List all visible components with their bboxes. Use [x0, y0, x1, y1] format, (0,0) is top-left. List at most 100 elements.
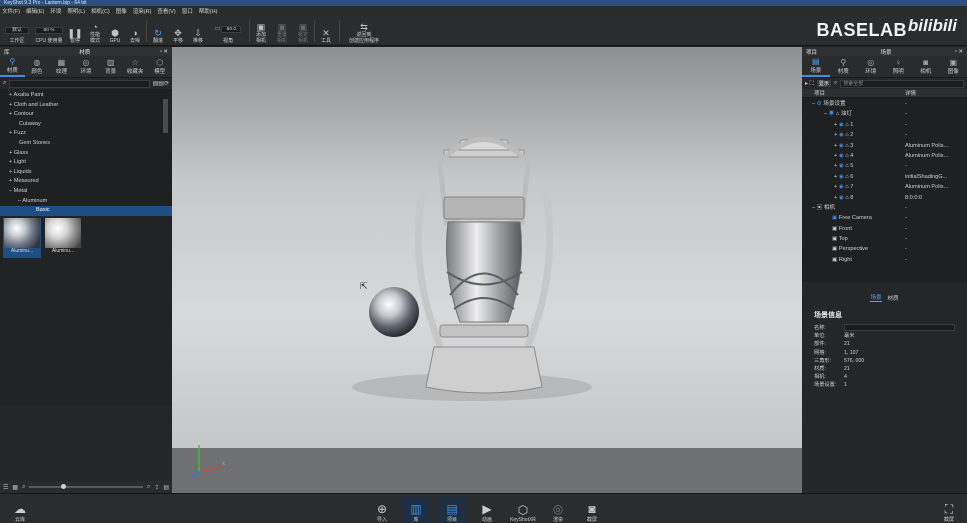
menu-file[interactable]: 文件(F): [2, 7, 20, 15]
tab-colors[interactable]: ◍ 颜色: [25, 56, 50, 77]
material-thumbnail[interactable]: Aluminu...: [3, 218, 41, 258]
filter-icon[interactable]: ▸ ⛶: [805, 80, 814, 88]
tab-camera[interactable]: ◙ 相机: [912, 56, 940, 77]
scene-row[interactable]: ▣ Right -: [802, 255, 967, 265]
fov-field[interactable]: 50.0: [221, 25, 242, 33]
tab-backplates[interactable]: ▨ 背景: [98, 56, 123, 77]
tab-lighting[interactable]: ♀ 照明: [885, 56, 913, 77]
tree-item[interactable]: + Liquids: [0, 168, 172, 178]
performance-mode-button[interactable]: ◔ 性能 模式: [86, 18, 104, 44]
dolly-button[interactable]: ⇩ 推移: [189, 18, 207, 44]
menu-environment[interactable]: 环境: [50, 7, 61, 15]
scene-row[interactable]: ▣ Free Camera -: [802, 213, 967, 223]
eye-icon[interactable]: ◉: [839, 195, 844, 201]
view-options-icon[interactable]: ▤▤⟳: [153, 80, 169, 87]
cloud-library-button[interactable]: ☁ 云库: [6, 497, 34, 523]
tab-textures[interactable]: ▦ 纹理: [49, 56, 74, 77]
scene-row[interactable]: – ⚙ 场景设置 -: [802, 99, 967, 109]
eye-icon[interactable]: ◉: [829, 111, 835, 117]
scene-row[interactable]: ▣ Top -: [802, 234, 967, 244]
workspace-select[interactable]: 默认: [5, 27, 29, 34]
slider-knob[interactable]: [61, 484, 67, 489]
tab-environments[interactable]: ◎ 环境: [74, 56, 99, 77]
render-button[interactable]: ◎ 渲染: [544, 497, 572, 523]
denoise-button[interactable]: ◑ 去噪: [126, 18, 144, 44]
tree-item[interactable]: + Cloth and Leather: [0, 101, 172, 111]
lock-camera-button[interactable]: ▣ 锁定 相机: [294, 18, 312, 44]
menu-edit[interactable]: 编辑(E): [26, 7, 44, 15]
eye-icon[interactable]: ◉: [839, 163, 844, 169]
tab-material-bottom[interactable]: 材质: [888, 294, 899, 302]
library-search-input[interactable]: [9, 79, 150, 88]
project-button[interactable]: ▤ 项目: [438, 497, 466, 523]
list-view-icon[interactable]: ☰: [3, 484, 8, 491]
grid-view-icon[interactable]: ▦: [12, 484, 18, 491]
pause-button[interactable]: ❚❚ 暂停: [67, 18, 83, 44]
tab-favorites[interactable]: ☆ 收藏夹: [123, 56, 148, 77]
eye-icon[interactable]: ◉: [839, 184, 844, 190]
folder-icon[interactable]: ▤: [163, 484, 169, 491]
scene-row[interactable]: ▣ Front -: [802, 224, 967, 234]
tab-image[interactable]: ▣ 图像: [940, 56, 967, 77]
library-button[interactable]: ▥ 库: [402, 497, 430, 523]
zoom-out-icon[interactable]: ⌕: [22, 484, 25, 491]
scene-row[interactable]: + ◉ ⌂ 3 Aluminum Polis...: [802, 141, 967, 151]
tree-item[interactable]: + Contour: [0, 110, 172, 120]
scene-search-input[interactable]: 搜索全部: [840, 79, 964, 88]
scene-row[interactable]: + ◉ ⌂ 8 8:0:0:0: [802, 193, 967, 203]
send-to-app-button[interactable]: ⇆ 返回到 创建应用程序: [343, 18, 385, 44]
tree-item[interactable]: + Glass: [0, 149, 172, 159]
scene-row[interactable]: + ◉ ⌂ 2-: [802, 130, 967, 140]
menu-image[interactable]: 图像: [116, 7, 127, 15]
scene-row[interactable]: + ◉ ⌂ 6 initialShadingG...: [802, 172, 967, 182]
cpu-usage-field[interactable]: 80 %: [35, 27, 63, 34]
tools-button[interactable]: ✕ 工具: [317, 18, 335, 44]
material-thumbnail[interactable]: Aluminu...: [44, 218, 82, 258]
scene-row[interactable]: ▣ Perspective -: [802, 244, 967, 254]
tree-item[interactable]: + Light: [0, 158, 172, 168]
tree-item[interactable]: + Fuzz: [0, 129, 172, 139]
menu-render[interactable]: 渲染(R): [133, 7, 152, 15]
eye-icon[interactable]: ◉: [839, 174, 844, 180]
tab-environment[interactable]: ◎ 环境: [857, 56, 885, 77]
tree-item[interactable]: + Measured: [0, 177, 172, 187]
menu-camera[interactable]: 相机(C): [91, 7, 110, 15]
import-button[interactable]: ⊕ 导入: [368, 497, 396, 523]
scene-row[interactable]: + ◉ ⌂ 7 Aluminum Polis...: [802, 182, 967, 192]
screenshot-button[interactable]: ◙ 截屏: [578, 497, 606, 523]
workspace-control[interactable]: 默认 工作区: [4, 18, 30, 44]
panel-close-icon[interactable]: ▫ ✕: [955, 49, 963, 55]
tree-scrollbar[interactable]: [163, 99, 168, 133]
field-of-view-control[interactable]: ▭ 50.0 视角: [211, 18, 245, 44]
material-preview-sphere[interactable]: [369, 287, 419, 337]
gpu-button[interactable]: ⬢ GPU: [106, 18, 124, 44]
scene-row[interactable]: – ◉ ⌂ 油灯 -: [802, 109, 967, 119]
tree-item[interactable]: – Metal: [0, 187, 172, 197]
show-toggle[interactable]: 显示: [816, 80, 831, 87]
eye-icon[interactable]: ◉: [839, 132, 844, 138]
tree-item[interactable]: Cutaway: [0, 120, 172, 130]
keyshotxr-button[interactable]: ⬡ KeyShotXR: [508, 497, 538, 523]
fullscreen-button[interactable]: ⛶ 截屏: [935, 497, 963, 523]
tab-models[interactable]: ⬡ 模型: [147, 56, 172, 77]
panel-close-icon[interactable]: ▫ ✕: [160, 49, 168, 55]
tab-materials[interactable]: ⚲ 材质: [0, 56, 25, 77]
reset-camera-button[interactable]: ▣ 重置 相机: [273, 18, 291, 44]
animation-button[interactable]: ▶ 动画: [473, 497, 501, 523]
cloud-icon[interactable]: ⇪: [154, 484, 159, 491]
scene-row[interactable]: + ◉ ⌂ 5-: [802, 161, 967, 171]
menu-help[interactable]: 帮助(H): [199, 7, 218, 15]
render-viewport[interactable]: ⇱ y x: [172, 47, 802, 493]
menu-lighting[interactable]: 照明(L): [67, 7, 85, 15]
tree-item-selected[interactable]: Basic: [0, 206, 172, 216]
tab-scene[interactable]: ▤ 场景: [802, 56, 830, 77]
tree-item[interactable]: + Axalta Paint: [0, 91, 172, 101]
eye-icon[interactable]: ◉: [839, 153, 844, 159]
zoom-in-icon[interactable]: ⌕: [147, 484, 150, 491]
scene-name-input[interactable]: [844, 324, 955, 331]
scene-row[interactable]: + ◉ ⌂ 1-: [802, 120, 967, 130]
eye-icon[interactable]: ◉: [839, 143, 844, 149]
tab-scene-bottom[interactable]: 场景: [870, 293, 882, 302]
scene-row[interactable]: + ◉ ⌂ 4 Aluminum Polis...: [802, 151, 967, 161]
scene-row[interactable]: – ▣ 相机 -: [802, 203, 967, 213]
